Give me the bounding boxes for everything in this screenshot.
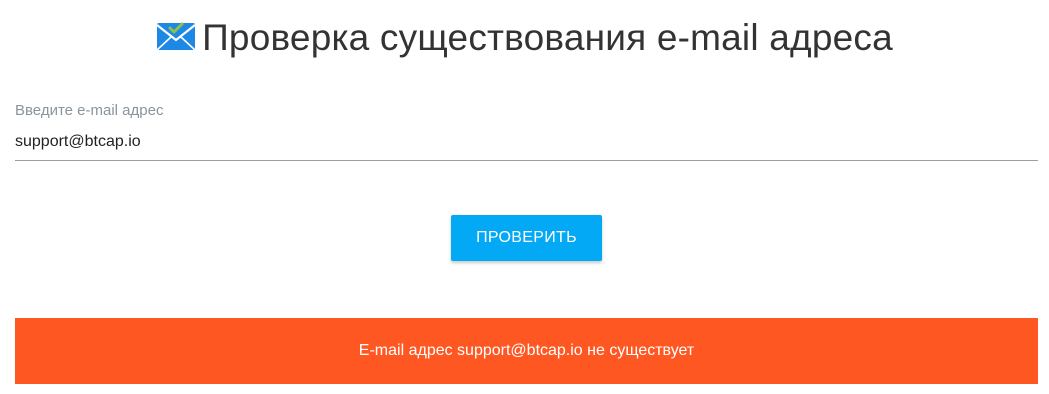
- page-title: Проверка существования e-mail адреса: [202, 17, 893, 58]
- envelope-check-icon: [156, 20, 196, 52]
- check-button[interactable]: ПРОВЕРИТЬ: [451, 215, 602, 261]
- email-field-label: Введите e-mail адрес: [15, 102, 164, 119]
- email-input[interactable]: [15, 125, 1038, 161]
- result-alert: E-mail адрес support@btcap.io не существ…: [15, 318, 1038, 384]
- page-header: Проверка существования e-mail адреса: [0, 10, 1049, 66]
- result-message: E-mail адрес support@btcap.io не существ…: [358, 342, 695, 359]
- email-field-group: Введите e-mail адрес: [15, 100, 1038, 161]
